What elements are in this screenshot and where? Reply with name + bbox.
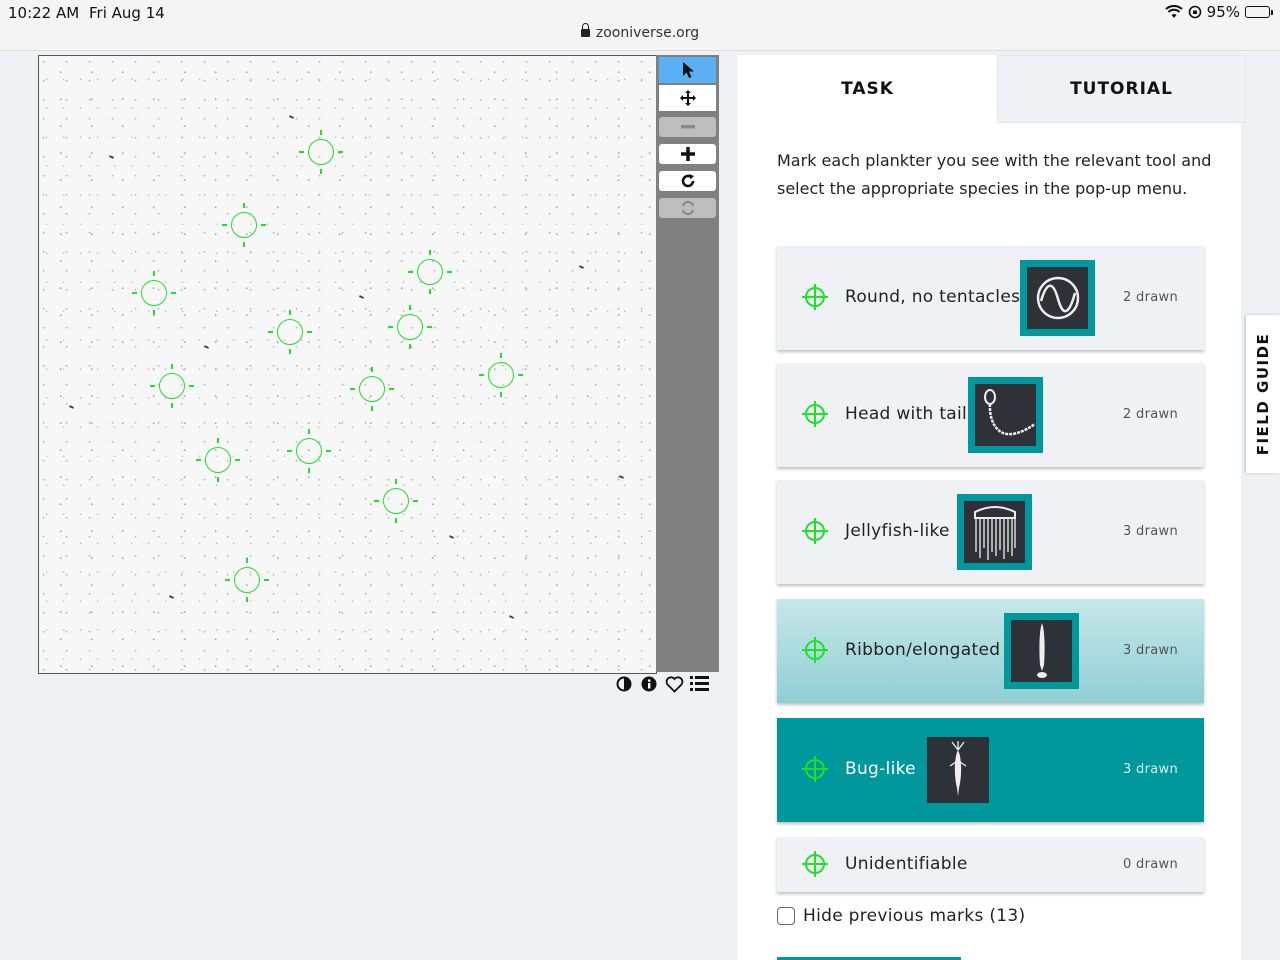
plankton-speck (508, 615, 515, 619)
battery-icon (1245, 6, 1273, 18)
drawn-point-mark[interactable] (196, 438, 231, 473)
plankton-speck (108, 155, 115, 159)
crosshair-icon (802, 284, 828, 310)
drawn-point-mark[interactable] (222, 203, 257, 238)
tool-head-with-tail[interactable]: Head with tail 2 drawn (777, 363, 1204, 467)
tool-count: 2 drawn (1123, 290, 1178, 305)
tool-count: 3 drawn (1123, 762, 1178, 777)
zoom-in-button[interactable] (659, 144, 716, 164)
contrast-icon[interactable] (615, 676, 632, 697)
browser-status-bar: 10:22 AM Fri Aug 14 zooniverse.org 95% (0, 0, 1280, 51)
plankton-speck (203, 345, 210, 349)
drawn-point-mark[interactable] (408, 250, 443, 285)
plankton-speck (288, 115, 295, 119)
tool-jellyfish-like[interactable]: Jellyfish-like 3 drawn (777, 480, 1204, 584)
info-icon[interactable] (640, 676, 657, 697)
drawn-point-mark[interactable] (374, 479, 409, 514)
hide-previous-marks[interactable]: Hide previous marks (13) (777, 906, 1025, 926)
plankton-speck (448, 535, 455, 539)
classifier-task-panel: TASK TUTORIAL Mark each plankter you see… (738, 55, 1246, 960)
lock-icon (580, 23, 590, 37)
tool-count: 0 drawn (1123, 856, 1178, 872)
rotate-icon (681, 174, 694, 188)
address-bar[interactable]: zooniverse.org (0, 23, 1280, 41)
status-icons: 95% (1164, 3, 1273, 21)
task-instructions: Mark each plankter you see with the rele… (777, 151, 1212, 198)
plankton-speck (168, 595, 175, 599)
drawn-point-mark[interactable] (350, 367, 385, 402)
drawn-point-mark[interactable] (225, 558, 260, 593)
heart-icon[interactable] (665, 676, 684, 697)
list-icon[interactable] (690, 676, 709, 697)
tab-tutorial[interactable]: TUTORIAL (997, 55, 1246, 123)
move-arrows-icon (679, 90, 696, 106)
field-guide-tab[interactable]: FIELD GUIDE (1246, 315, 1280, 473)
tool-label: Jellyfish-like (845, 521, 950, 541)
hide-marks-label: Hide previous marks (13) (803, 906, 1026, 926)
tool-unidentifiable[interactable]: Unidentifiable 0 drawn (777, 837, 1204, 892)
rotate-button[interactable] (659, 171, 716, 191)
image-toolbar (656, 55, 719, 672)
plankton-speck (578, 265, 585, 269)
tool-round-no-tentacles[interactable]: Round, no tentacles 2 drawn (777, 246, 1204, 350)
pointer-tool-button[interactable] (659, 57, 716, 83)
pan-tool-button[interactable] (659, 85, 716, 111)
hide-marks-checkbox[interactable] (777, 907, 795, 925)
crosshair-icon (802, 756, 828, 782)
ribbon-plankter-icon (1004, 613, 1079, 689)
tool-label: Head with tail (845, 404, 968, 424)
plankton-speck (68, 405, 75, 409)
tool-count: 3 drawn (1123, 524, 1178, 539)
jellyfish-plankter-icon (957, 494, 1032, 570)
drawn-point-mark[interactable] (287, 429, 322, 464)
tool-bug-like[interactable]: Bug-like 3 drawn (777, 718, 1204, 822)
crosshair-icon (802, 518, 828, 544)
zoom-out-button[interactable] (659, 117, 716, 137)
plus-icon (680, 147, 695, 161)
crosshair-icon (802, 637, 828, 663)
reset-view-button[interactable] (659, 198, 716, 218)
drawn-point-mark[interactable] (299, 130, 334, 165)
drawn-point-mark[interactable] (268, 310, 303, 345)
drawn-point-mark[interactable] (150, 364, 185, 399)
tool-count: 2 drawn (1123, 407, 1178, 422)
status-date: Fri Aug 14 (89, 4, 165, 22)
tool-ribbon-elongated[interactable]: Ribbon/elongated 3 drawn (777, 599, 1204, 703)
clock-time: 10:22 AM (8, 4, 80, 22)
minus-icon (680, 125, 695, 129)
bug-plankter-icon (927, 732, 989, 808)
tool-label: Ribbon/elongated (845, 640, 1001, 660)
tool-label: Bug-like (845, 759, 916, 779)
drawn-point-mark[interactable] (479, 353, 514, 388)
drawn-point-mark[interactable] (132, 271, 167, 306)
tool-count: 3 drawn (1123, 643, 1178, 658)
subject-actions (615, 676, 709, 697)
cursor-arrow-icon (682, 62, 694, 78)
url-text: zooniverse.org (595, 25, 700, 41)
plankton-speck (358, 295, 365, 299)
field-guide-label: FIELD GUIDE (1254, 332, 1272, 456)
orientation-lock-icon (1188, 5, 1201, 19)
subject-image-viewer[interactable] (38, 55, 657, 674)
battery-percent: 95% (1206, 3, 1240, 21)
wifi-icon (1164, 5, 1183, 18)
crosshair-icon (802, 401, 828, 427)
drawn-point-mark[interactable] (388, 305, 423, 340)
head-tail-plankter-icon (968, 377, 1043, 453)
refresh-icon (681, 200, 694, 216)
plankton-speck (618, 475, 625, 479)
crosshair-icon (802, 850, 828, 877)
tool-label: Round, no tentacles (845, 287, 1021, 307)
tab-task[interactable]: TASK (738, 55, 997, 123)
tool-label: Unidentifiable (845, 853, 968, 874)
round-plankter-icon (1020, 260, 1095, 336)
